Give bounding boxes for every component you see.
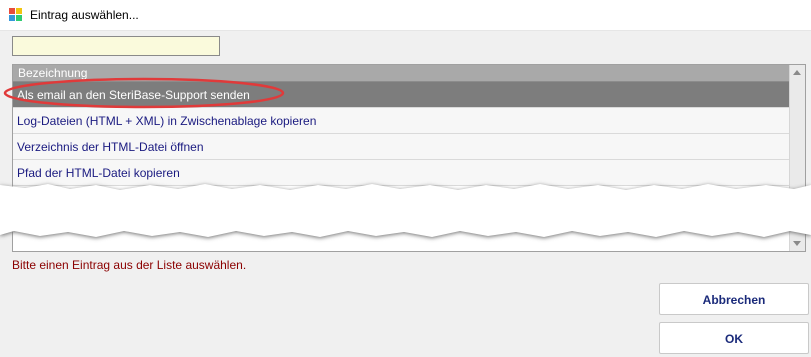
app-icon [9,8,22,21]
cancel-button[interactable]: Abbrechen [659,283,809,315]
list-item-copy-html-path[interactable]: Pfad der HTML-Datei kopieren [13,160,791,186]
column-header-bezeichnung[interactable]: Bezeichnung [13,65,791,82]
list-item-send-email[interactable]: Als email an den SteriBase-Support sende… [13,82,791,108]
ok-button[interactable]: OK [659,322,809,354]
window-title: Eintrag auswählen... [30,8,139,22]
title-bar: Eintrag auswählen... [0,0,811,31]
list-item-copy-log-files[interactable]: Log-Dateien (HTML + XML) in Zwischenabla… [13,108,791,134]
scroll-up-arrow-icon[interactable] [793,70,801,75]
search-input[interactable] [12,36,220,56]
scroll-down-arrow-icon[interactable] [793,241,801,246]
list-item-open-html-folder[interactable]: Verzeichnis der HTML-Datei öffnen [13,134,791,160]
vertical-scrollbar[interactable] [789,65,805,251]
status-message: Bitte einen Eintrag aus der Liste auswäh… [12,258,247,272]
dialog-window: Eintrag auswählen... Bezeichnung Als ema… [0,0,811,357]
entry-list: Bezeichnung Als email an den SteriBase-S… [12,64,806,252]
